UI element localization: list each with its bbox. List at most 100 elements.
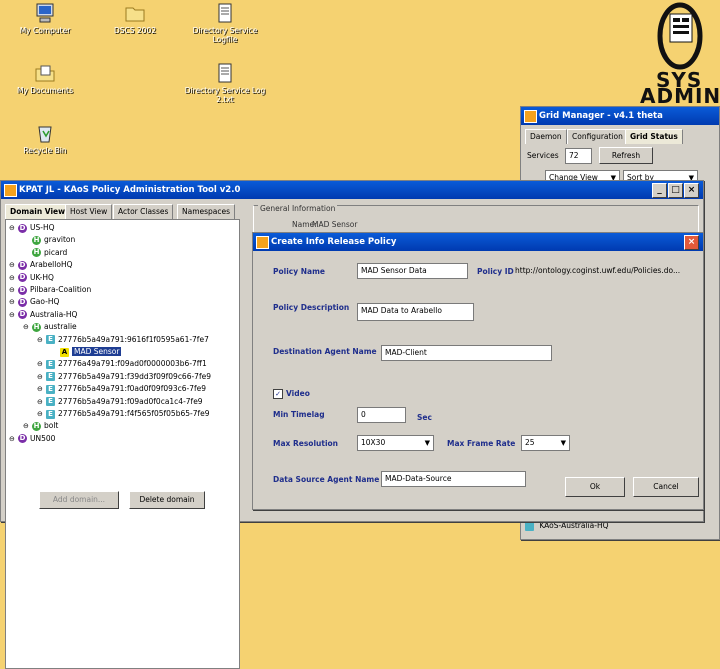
close-button[interactable]: × — [684, 235, 699, 250]
dialog-titlebar[interactable]: Create Info Release Policy × — [253, 233, 703, 251]
tree-node-label: picard — [44, 247, 68, 257]
tree-expander-icon[interactable]: ⊖ — [9, 259, 16, 271]
tree-node[interactable]: ⊖ Haustralie — [23, 321, 77, 333]
tree-expander-icon[interactable]: ⊖ — [37, 396, 44, 408]
tree-node-label: MAD Sensor — [72, 347, 122, 356]
entity-icon: E — [46, 397, 55, 407]
domain-tree[interactable]: ⊖ D US-HQ Hgraviton Hpicard ⊖ D ArabelloHQ ⊖ D UK-… — [5, 219, 240, 669]
chevron-down-icon: ▼ — [424, 439, 430, 447]
tree-node[interactable]: Hgraviton — [23, 234, 75, 246]
close-button[interactable]: × — [684, 183, 699, 198]
max-resolution-label: Max Resolution — [273, 439, 339, 448]
tab-daemon[interactable]: Daemon — [525, 129, 567, 144]
general-info-label: General Information — [258, 204, 338, 213]
chevron-down-icon: ▼ — [560, 439, 566, 447]
tree-expander-icon[interactable]: ⊖ — [9, 309, 16, 321]
tree-expander-icon[interactable]: ⊖ — [23, 420, 30, 432]
destination-agent-label: Destination Agent Name — [273, 347, 377, 356]
video-checkbox[interactable]: ✓ Video — [273, 389, 310, 399]
tree-node[interactable]: ⊖ D Australia-HQ — [9, 309, 77, 321]
desktop-icon-directory-log2[interactable]: Directory Service Log 2.txt — [180, 62, 270, 104]
tree-expander-icon[interactable]: ⊖ — [9, 284, 16, 296]
tree-expander-icon[interactable]: ⊖ — [23, 321, 30, 333]
document-icon — [214, 2, 236, 24]
tree-expander-icon[interactable]: ⊖ — [9, 433, 16, 445]
data-source-agent-label: Data Source Agent Name — [273, 475, 380, 484]
domain-icon: D — [18, 223, 27, 233]
refresh-button[interactable]: Refresh — [599, 147, 653, 164]
tree-node[interactable]: ⊖ D Pilbara-Coalition — [9, 284, 91, 296]
tab-grid-status[interactable]: Grid Status — [625, 129, 683, 144]
tree-expander-icon[interactable]: ⊖ — [37, 371, 44, 383]
max-frame-rate-select[interactable]: 25 ▼ — [521, 435, 570, 451]
tree-node[interactable]: ⊖ D US-HQ — [9, 222, 55, 234]
tab-namespaces[interactable]: Namespaces — [177, 204, 236, 219]
desktop-icon-my-computer[interactable]: My Computer — [0, 2, 90, 35]
desktop-icon-dscs[interactable]: DSCS 2002 — [90, 2, 180, 35]
cancel-button[interactable]: Cancel — [633, 477, 699, 497]
tree-node-label: 27776b5a49a791:9616f1f0595a61-7fe7 — [58, 334, 209, 344]
policy-description-label: Policy Description — [273, 303, 350, 312]
data-source-agent-input[interactable]: MAD-Data-Source — [381, 471, 526, 487]
tree-expander-icon[interactable]: ⊖ — [9, 222, 16, 234]
tree-node[interactable]: ⊖ E 27776b5a49a791:f09ad0f0ca1c4-7fe9 — [37, 396, 203, 408]
tree-expander-icon[interactable]: ⊖ — [37, 358, 44, 370]
grid-manager-titlebar[interactable]: Grid Manager - v4.1 theta — [521, 107, 719, 125]
domain-icon: D — [18, 297, 27, 307]
tree-node[interactable]: A MAD Sensor — [51, 346, 122, 358]
min-timelag-input[interactable]: 0 — [357, 407, 406, 423]
entity-icon — [525, 521, 534, 531]
desktop-icon-label: DSCS 2002 — [113, 26, 156, 35]
tree-expander-icon[interactable]: ⊖ — [9, 296, 16, 308]
policy-id-value: http://ontology.coginst.uwf.edu/Policies… — [515, 266, 681, 275]
policy-name-input[interactable]: MAD Sensor Data — [357, 263, 468, 279]
tree-node[interactable]: ⊖ E 27776b5a49a791:9616f1f0595a61-7fe7 — [37, 334, 209, 346]
desktop-icon-recycle-bin[interactable]: Recycle Bin — [0, 122, 90, 155]
desktop-icon-my-documents[interactable]: My Documents — [0, 62, 90, 95]
tree-node[interactable]: ⊖ E 27776b5a49a791:f0ad0f09f093c6-7fe9 — [37, 383, 206, 395]
tree-node-label: bolt — [44, 421, 59, 431]
services-label: Services — [527, 151, 559, 160]
tree-node[interactable]: Hpicard — [23, 247, 67, 259]
tab-domain-view[interactable]: Domain View — [5, 204, 71, 219]
host-icon: H — [32, 235, 41, 245]
domain-icon: D — [18, 310, 27, 320]
tree-expander-icon[interactable]: ⊖ — [37, 334, 44, 346]
tree-expander-icon[interactable]: ⊖ — [37, 383, 44, 395]
tab-configuration[interactable]: Configuration — [567, 129, 628, 144]
grid-list-item[interactable]: KAoS-Australia-HQ — [525, 521, 609, 531]
video-label: Video — [286, 389, 310, 398]
tree-node[interactable]: ⊖ Hbolt — [23, 420, 58, 432]
ok-button[interactable]: Ok — [565, 477, 625, 497]
tree-node-label: Gao-HQ — [30, 297, 60, 307]
add-domain-button[interactable]: Add domain... — [39, 491, 119, 509]
minimize-button[interactable]: _ — [652, 183, 667, 198]
tree-node[interactable]: ⊖ E 27776b5a49a791:f39dd3f09f09c66-7fe9 — [37, 371, 211, 383]
host-icon: H — [32, 322, 41, 332]
tab-host-view[interactable]: Host View — [65, 204, 113, 219]
destination-agent-input[interactable]: MAD-Client — [381, 345, 552, 361]
tree-expander-icon[interactable]: ⊖ — [37, 408, 44, 420]
desktop-icon-directory-logfile[interactable]: Directory Service Logfile — [180, 2, 270, 44]
document-icon — [214, 62, 236, 84]
app-icon — [524, 110, 537, 123]
tree-node-label: UN500 — [30, 433, 56, 443]
tree-node[interactable]: ⊖ E 27776b5a49a791:f4f565f05f05b65-7fe9 — [37, 408, 210, 420]
tree-node-label: graviton — [44, 235, 76, 245]
max-resolution-select[interactable]: 10X30 ▼ — [357, 435, 434, 451]
max-frame-rate-value: 25 — [525, 438, 535, 447]
tree-node[interactable]: ⊖ D Gao-HQ — [9, 296, 59, 308]
tree-expander-icon[interactable]: ⊖ — [9, 272, 16, 284]
name-value: MAD Sensor — [312, 220, 358, 229]
tree-node[interactable]: ⊖ D UK-HQ — [9, 272, 54, 284]
kpat-titlebar[interactable]: KPAT JL - KAoS Policy Administration Too… — [1, 181, 703, 199]
min-timelag-label: Min Timelag — [273, 410, 325, 419]
maximize-button[interactable]: □ — [668, 183, 683, 198]
tab-actor-classes[interactable]: Actor Classes — [113, 204, 174, 219]
delete-domain-button[interactable]: Delete domain — [129, 491, 205, 509]
tree-node[interactable]: ⊖ D UN500 — [9, 433, 55, 445]
tree-node-label: US-HQ — [30, 223, 55, 232]
policy-description-input[interactable]: MAD Data to Arabello — [357, 303, 474, 321]
tree-node[interactable]: ⊖ E 27776a49a791:f09ad0f0000003b6-7ff1 — [37, 358, 207, 370]
tree-node[interactable]: ⊖ D ArabelloHQ — [9, 259, 72, 271]
